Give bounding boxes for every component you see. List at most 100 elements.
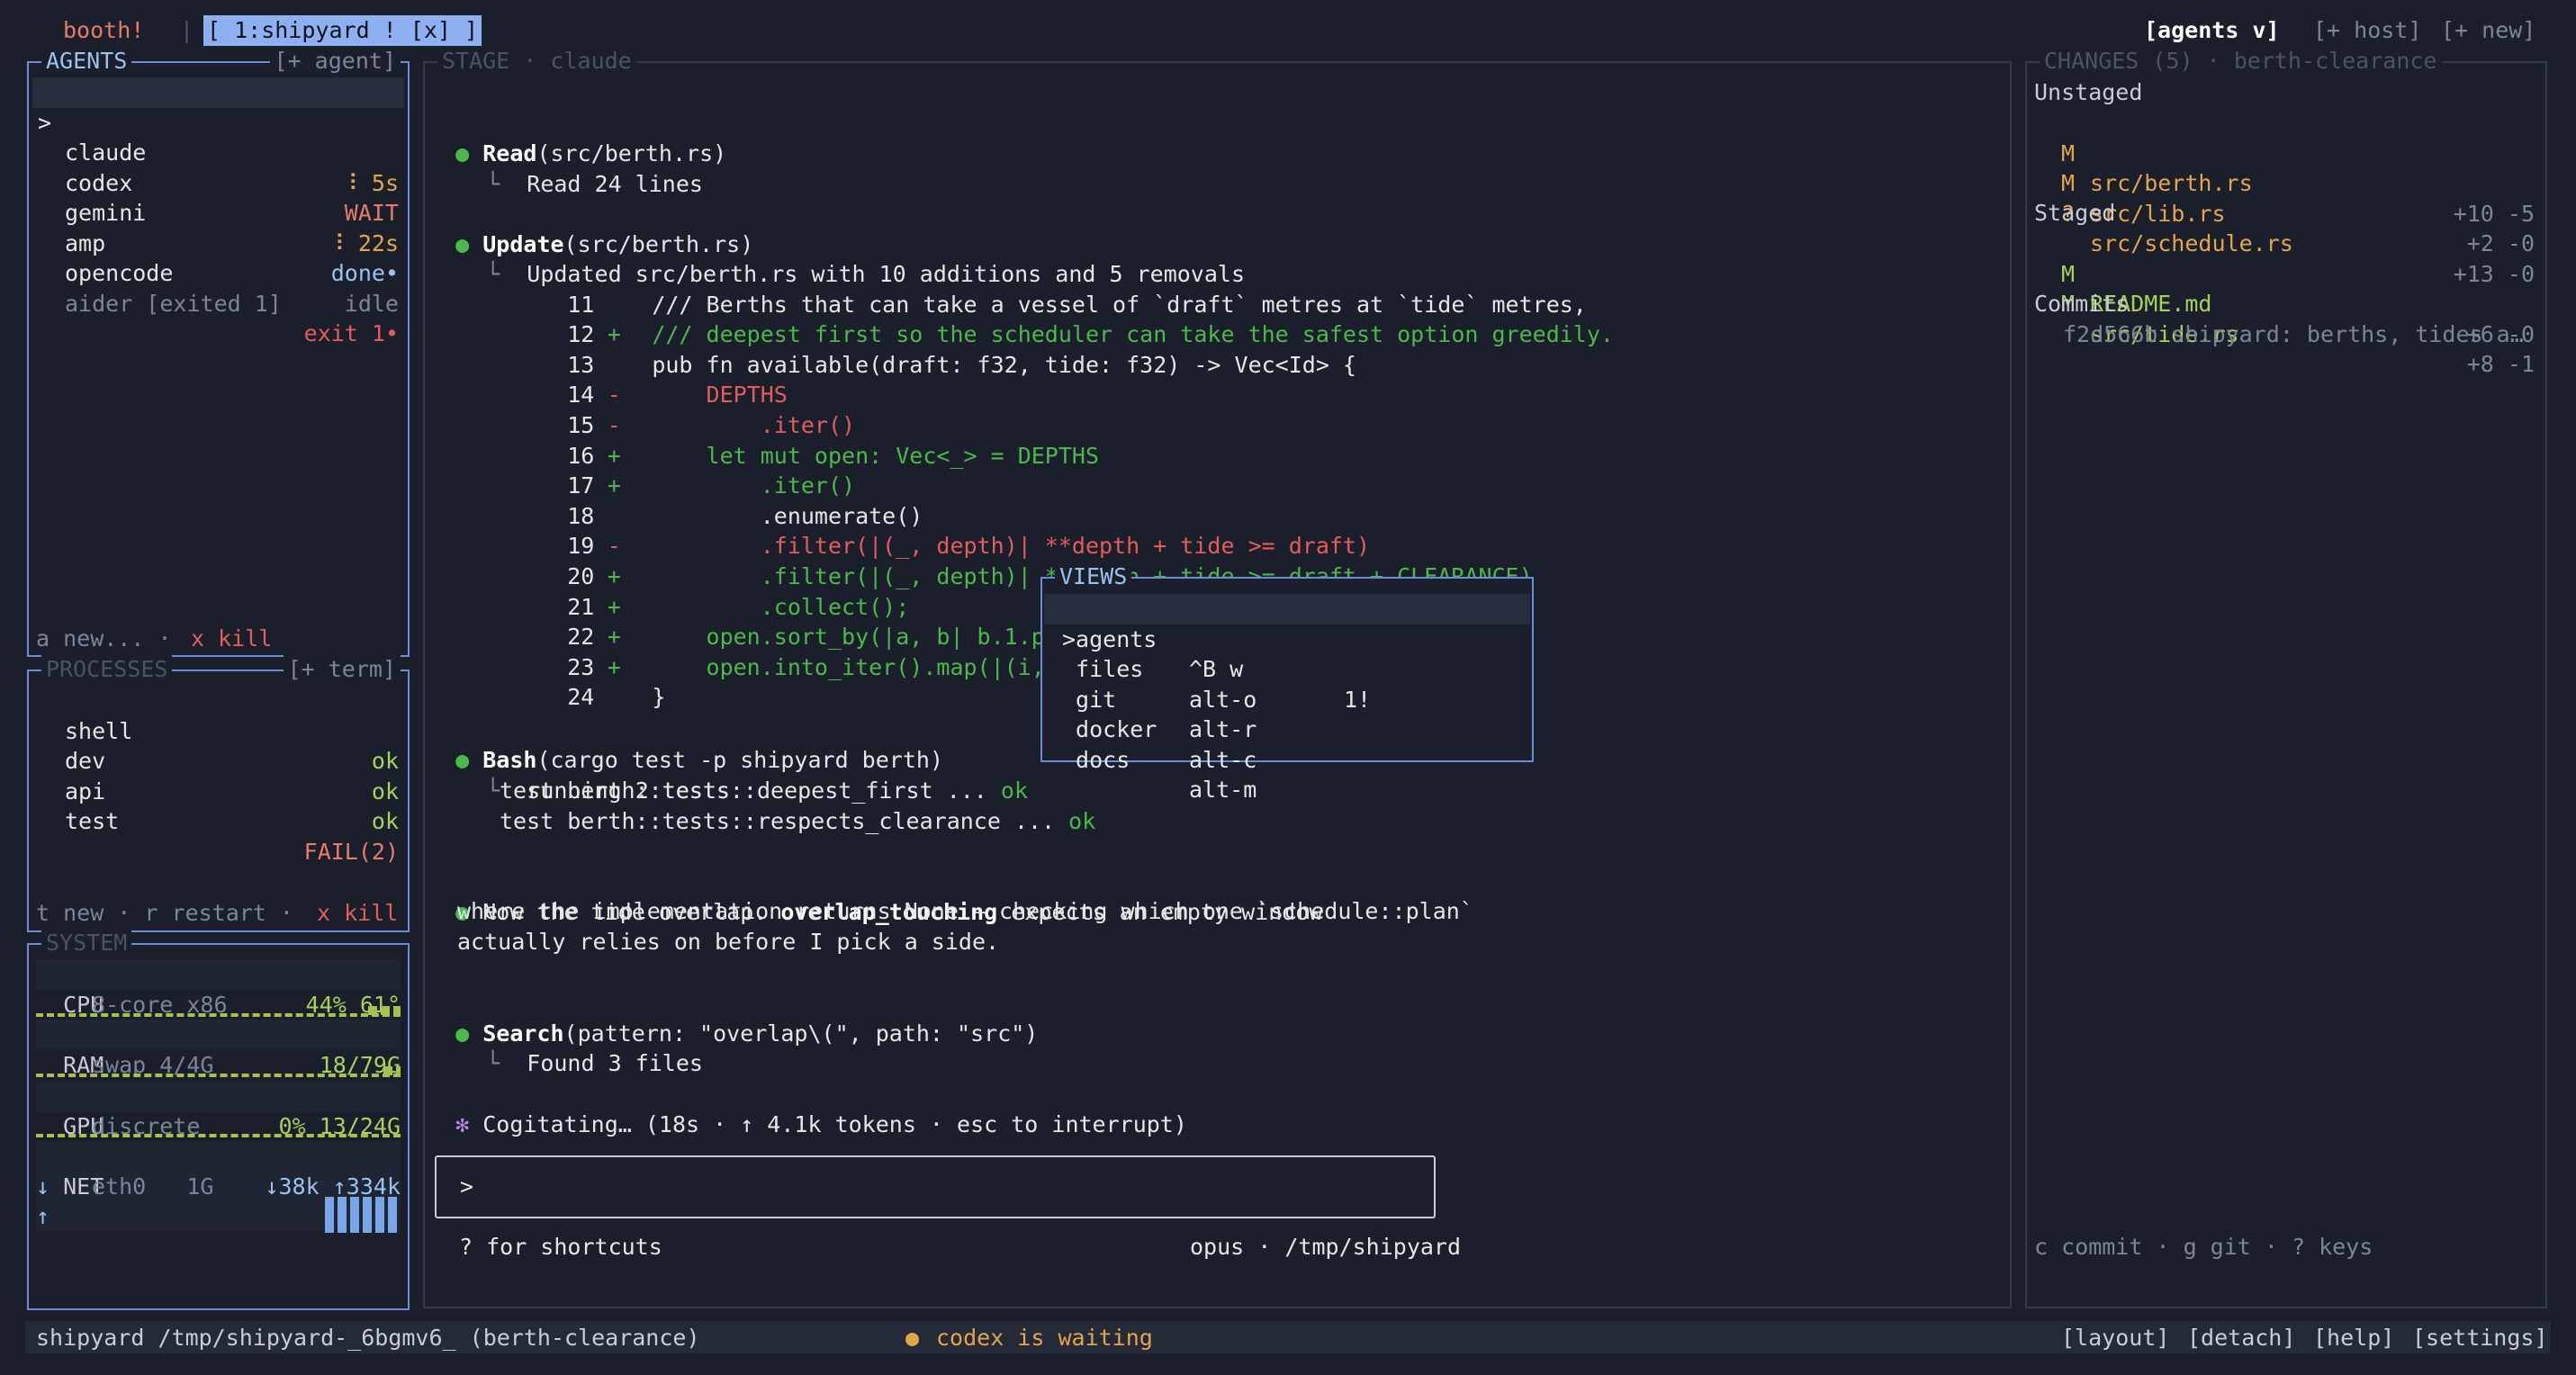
- process-item[interactable]: dev ok: [32, 716, 404, 804]
- read-result-line: └ Read 24 lines: [459, 139, 703, 199]
- app-brand: booth!: [63, 17, 145, 43]
- process-item[interactable]: test FAIL(2): [32, 777, 404, 865]
- change-file-row[interactable]: M src/tide.rs +8 -1: [2031, 259, 2542, 377]
- agent-status: idle: [331, 289, 399, 319]
- tab-separator: |: [180, 17, 194, 43]
- agent-item[interactable]: gemini ⠸ 22s: [32, 138, 404, 256]
- change-file-row[interactable]: M src/berth.rs +10 -5: [2031, 108, 2542, 227]
- agent-item[interactable]: aider [exited 1] exit 1•: [32, 229, 404, 347]
- diff-code: }: [652, 684, 666, 711]
- agents-menu-button[interactable]: [agents v]: [2144, 15, 2280, 46]
- test1-status: ok: [1000, 777, 1029, 804]
- layout-button[interactable]: [layout]: [2061, 1323, 2169, 1353]
- net-row: NET eth0 1G ↓38k ↑334k ↓ ↑: [36, 1141, 401, 1233]
- gpu-row: GPU discrete 0% 13/24G: [36, 1081, 401, 1139]
- change-file-row[interactable]: ? src/schedule.rs +13 -0: [2031, 168, 2542, 287]
- help-button[interactable]: [help]: [2313, 1323, 2394, 1353]
- prompt-input[interactable]: >: [435, 1155, 1436, 1218]
- process-status: ok: [371, 808, 399, 834]
- settings-button[interactable]: [settings]: [2412, 1323, 2548, 1353]
- status-waiting[interactable]: codex is waiting: [936, 1323, 1153, 1353]
- processes-footer-actions[interactable]: t new · r restart ·: [36, 898, 307, 929]
- process-status: FAIL(2): [303, 838, 399, 865]
- agent-name: aider [exited 1]: [65, 290, 282, 317]
- change-stat: +10 -5: [2453, 200, 2535, 227]
- change-file-row[interactable]: M src/lib.rs +2 -0: [2031, 139, 2542, 256]
- search-result: Found 3 files: [527, 1049, 703, 1076]
- view-label: docs: [1062, 746, 1130, 773]
- cogitating-line: ✻ Cogitating… (18s · ↑ 4.1k tokens · esc…: [428, 1079, 1187, 1139]
- commit-row[interactable]: f2d566b shipyard: berths, tides a…: [2063, 319, 2524, 350]
- view-shortcut: alt-m: [1189, 777, 1257, 803]
- cpu-meter-fill: [368, 1006, 401, 1015]
- net-sparkline: [325, 1197, 401, 1233]
- agent-item[interactable]: > claude ⠸ 5s: [32, 77, 404, 196]
- processes-footer-kill[interactable]: x kill: [317, 898, 398, 929]
- agent-status: done•: [318, 258, 399, 289]
- tab-shipyard[interactable]: [ 1:shipyard ! [x] ]: [203, 15, 482, 46]
- stage-title: STAGE · claude: [437, 46, 636, 76]
- net-up: ↑334k: [332, 1173, 401, 1200]
- agent-status: exit 1•: [291, 319, 399, 349]
- net-down: ↓38k: [265, 1173, 320, 1200]
- spinner-asterisk-icon: ✻: [455, 1110, 470, 1137]
- net-detail: eth0 1G: [92, 1173, 214, 1200]
- detach-button[interactable]: [detach]: [2187, 1323, 2295, 1353]
- staged-heading: Staged: [2034, 200, 2116, 226]
- system-title: SYSTEM: [41, 928, 132, 958]
- waiting-dot-icon: ●: [905, 1325, 920, 1351]
- process-item[interactable]: shell ok: [32, 686, 404, 775]
- diff-sign: [594, 682, 634, 713]
- agent-status-text: done•: [330, 260, 399, 286]
- changes-footer[interactable]: c commit · g git · ? keys: [2034, 1232, 2373, 1263]
- agent-item[interactable]: codex WAIT: [32, 108, 404, 227]
- read-result: Read 24 lines: [527, 170, 703, 197]
- net-down-arrow: ↓: [36, 1173, 50, 1200]
- test2-status: ok: [1068, 808, 1096, 834]
- unstaged-heading: Unstaged: [2034, 79, 2143, 105]
- agent-item[interactable]: amp done•: [32, 168, 404, 287]
- status-session: shipyard /tmp/shipyard-_6bgmv6_ (berth-c…: [36, 1325, 700, 1351]
- processes-title: PROCESSES: [41, 654, 173, 685]
- cogitating-text: Cogitating… (18s · ↑ 4.1k tokens · esc t…: [482, 1110, 1187, 1137]
- process-item[interactable]: api ok: [32, 746, 404, 835]
- view-item[interactable]: >agents ^B w 1!: [1044, 594, 1530, 713]
- view-shortcut: alt-c: [1189, 746, 1257, 773]
- agent-status-text: idle: [344, 290, 399, 317]
- new-button[interactable]: [+ new]: [2441, 15, 2535, 46]
- test-line-1: test berth::tests::deepest_first ... ok: [500, 776, 1028, 806]
- add-agent-button[interactable]: [+ agent]: [269, 46, 401, 76]
- change-file-row[interactable]: M README.md +6 -0: [2031, 229, 2542, 347]
- view-item[interactable]: docs alt-m: [1044, 714, 1530, 804]
- shortcuts-hint[interactable]: ? for shortcuts: [459, 1232, 662, 1263]
- msg-line3: actually relies on before I pick a side.: [457, 929, 1000, 955]
- views-title: VIEWS: [1055, 562, 1132, 592]
- view-item[interactable]: git alt-r: [1044, 654, 1530, 743]
- msg-line2: where the implementation returns None — …: [457, 898, 1473, 924]
- view-item[interactable]: files alt-o: [1044, 625, 1530, 713]
- net-up-arrow: ↑: [36, 1203, 50, 1229]
- process-name: test: [65, 808, 120, 834]
- agents-footer-kill[interactable]: x kill: [191, 624, 272, 654]
- cpu-row: CPU 8-core x86 44% 61°: [36, 959, 401, 1018]
- agent-item[interactable]: opencode idle: [32, 198, 404, 317]
- diff-line-number: 24: [567, 684, 595, 711]
- agents-footer-new[interactable]: a new... ·: [36, 624, 185, 654]
- add-term-button[interactable]: [+ term]: [283, 654, 401, 685]
- ram-meter-fill: [383, 1066, 401, 1075]
- add-host-button[interactable]: [+ host]: [2313, 15, 2421, 46]
- tree-branch-icon: └: [486, 170, 500, 197]
- tree-branch-icon: └: [486, 1049, 500, 1076]
- prompt-caret: >: [460, 1173, 474, 1200]
- ram-row: RAM swap 4/4G 18/79G: [36, 1020, 401, 1078]
- diff-code: open.into_iter().map(|(i, _)|: [652, 653, 1100, 680]
- search-result-line: └ Found 3 files: [459, 1018, 703, 1078]
- test1-name: test berth::tests::deepest_first ...: [500, 777, 1001, 804]
- agents-title: AGENTS: [41, 46, 132, 76]
- model-path: opus · /tmp/shipyard: [1190, 1234, 1462, 1260]
- changes-title: CHANGES (5) · berth-clearance: [2040, 46, 2442, 76]
- commits-heading: Commits: [2034, 291, 2130, 317]
- tree-branch-icon: └: [486, 777, 500, 804]
- view-item[interactable]: docker alt-c: [1044, 685, 1530, 773]
- change-stat: +8 -1: [2466, 351, 2535, 377]
